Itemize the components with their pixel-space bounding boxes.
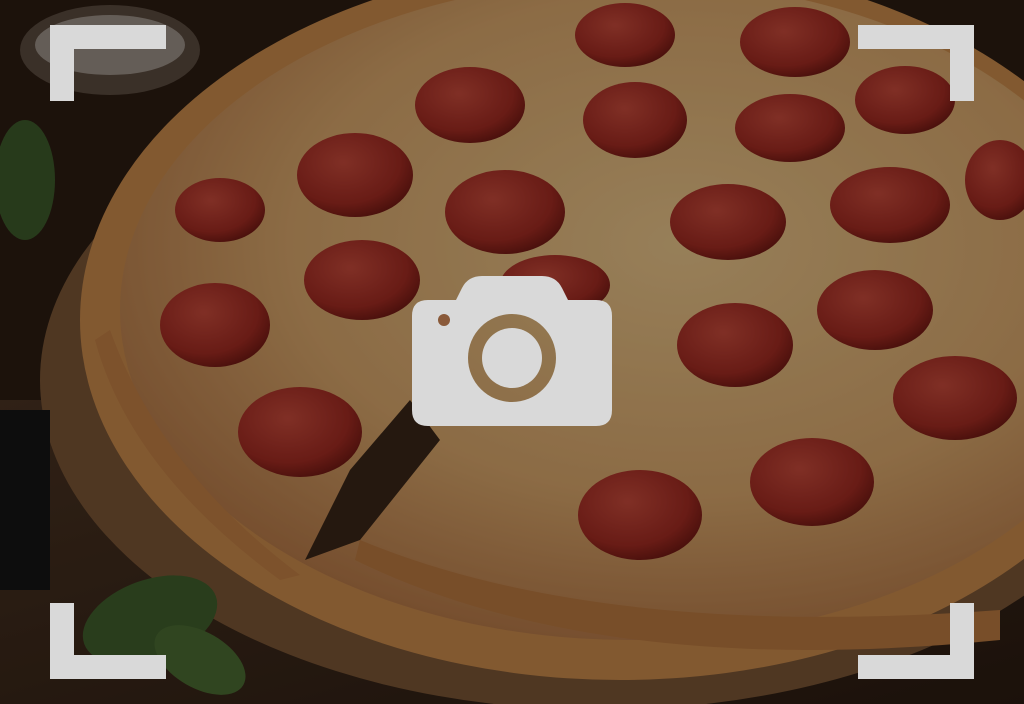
viewfinder-corner-top-left xyxy=(50,25,166,101)
capture-button[interactable] xyxy=(410,276,614,428)
viewfinder-corner-top-right xyxy=(858,25,974,101)
viewfinder-corner-bottom-left xyxy=(50,603,166,679)
viewfinder-corner-bottom-right xyxy=(858,603,974,679)
camera-viewfinder xyxy=(0,0,1024,704)
camera-icon xyxy=(412,276,612,426)
